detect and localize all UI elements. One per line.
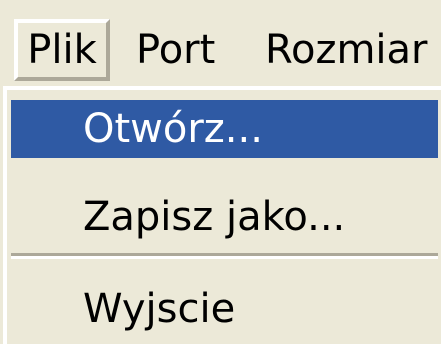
- plik-dropdown-menu: Otwórz... Zapisz jako... Wyjscie: [3, 86, 441, 344]
- menu-separator: [11, 253, 438, 259]
- menu-item-exit[interactable]: Wyjscie: [11, 280, 438, 338]
- menu-bar: Plik Port Rozmiar: [0, 0, 441, 86]
- menu-item-save-as[interactable]: Zapisz jako...: [11, 188, 438, 246]
- menu-rozmiar[interactable]: Rozmiar: [265, 19, 428, 81]
- menu-port[interactable]: Port: [136, 19, 215, 81]
- menu-plik[interactable]: Plik: [14, 19, 110, 81]
- menu-item-open[interactable]: Otwórz...: [11, 100, 438, 158]
